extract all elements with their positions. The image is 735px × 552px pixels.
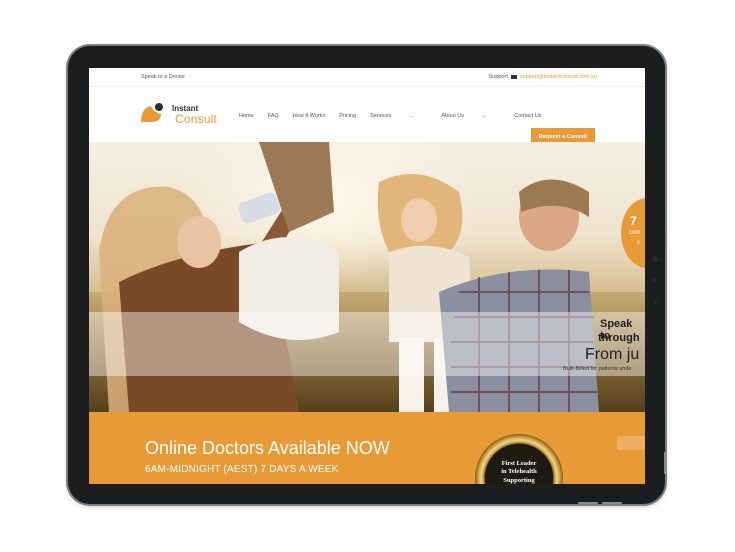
banner-subtitle: 6AM-MIDNIGHT (AEST) 7 DAYS A WEEK bbox=[145, 464, 339, 475]
tablet-side-button bbox=[664, 452, 667, 474]
chevron-down-icon: ⌄ bbox=[482, 113, 487, 119]
banner-ghost-button[interactable] bbox=[617, 436, 645, 450]
nav-item-about-us[interactable]: About Us ⌄ bbox=[441, 113, 500, 119]
hero-subtext: Bulk-Billed for patients unde bbox=[563, 366, 632, 372]
hero-overlay-band bbox=[89, 312, 645, 376]
top-bar: Speak to a Doctor Support support@instan… bbox=[89, 68, 645, 87]
support-contact: Support support@instantconsult.com.au bbox=[489, 74, 597, 80]
support-label: Support bbox=[488, 74, 508, 80]
site-logo[interactable]: Instant Consult bbox=[139, 102, 229, 126]
hero-badge-line3: c bbox=[637, 240, 640, 246]
nav-item-about-label: About Us bbox=[441, 113, 465, 119]
tablet-top-button-1 bbox=[578, 502, 598, 504]
award-medal: First Leader in Telehealth Supporting bbox=[475, 434, 563, 484]
medal-line2: in Telehealth bbox=[501, 468, 537, 475]
hero-badge-line1: 7 bbox=[630, 214, 637, 228]
medal-line1: First Leader bbox=[501, 460, 537, 467]
logo-mark-icon bbox=[141, 103, 163, 122]
main-nav: Instant Consult Home FAQ How It Works Pr… bbox=[89, 86, 645, 145]
nav-item-pricing[interactable]: Pricing bbox=[339, 113, 356, 119]
tablet-camera bbox=[652, 256, 658, 262]
tablet-top-button-2 bbox=[602, 502, 622, 504]
speak-to-doctor-link[interactable]: Speak to a Doctor bbox=[141, 74, 185, 80]
tablet-sensor-1 bbox=[653, 278, 657, 282]
chevron-down-icon: ⌄ bbox=[409, 113, 414, 119]
logo-text-line2: Consult bbox=[175, 112, 218, 126]
nav-item-services-label: Services bbox=[370, 113, 392, 119]
tablet-sensor-2 bbox=[653, 300, 657, 304]
banner-title: Online Doctors Available NOW bbox=[145, 438, 390, 458]
website-screen: Speak to a Doctor Support support@instan… bbox=[89, 68, 645, 484]
hero-image: 7 com c bbox=[89, 142, 645, 412]
nav-item-services[interactable]: Services ⌄ bbox=[370, 113, 427, 119]
nav-item-faq[interactable]: FAQ bbox=[268, 113, 279, 119]
nav-item-home[interactable]: Home bbox=[239, 113, 254, 119]
hero-headline-3: From ju bbox=[585, 346, 640, 363]
medal-line3: Supporting bbox=[503, 477, 535, 484]
nav-item-contact-us[interactable]: Contact Us bbox=[514, 113, 541, 119]
hero-badge-line2: com bbox=[629, 230, 641, 236]
hero-headline-2: through bbox=[598, 332, 640, 344]
mail-icon bbox=[510, 75, 517, 79]
nav-menu: Home FAQ How It Works Pricing Services ⌄ … bbox=[239, 113, 555, 119]
nav-item-how-it-works[interactable]: How It Works bbox=[293, 113, 326, 119]
support-email-link[interactable]: support@instantconsult.com.au bbox=[520, 74, 597, 80]
availability-banner: Online Doctors Available NOW 6AM-MIDNIGH… bbox=[89, 412, 645, 484]
